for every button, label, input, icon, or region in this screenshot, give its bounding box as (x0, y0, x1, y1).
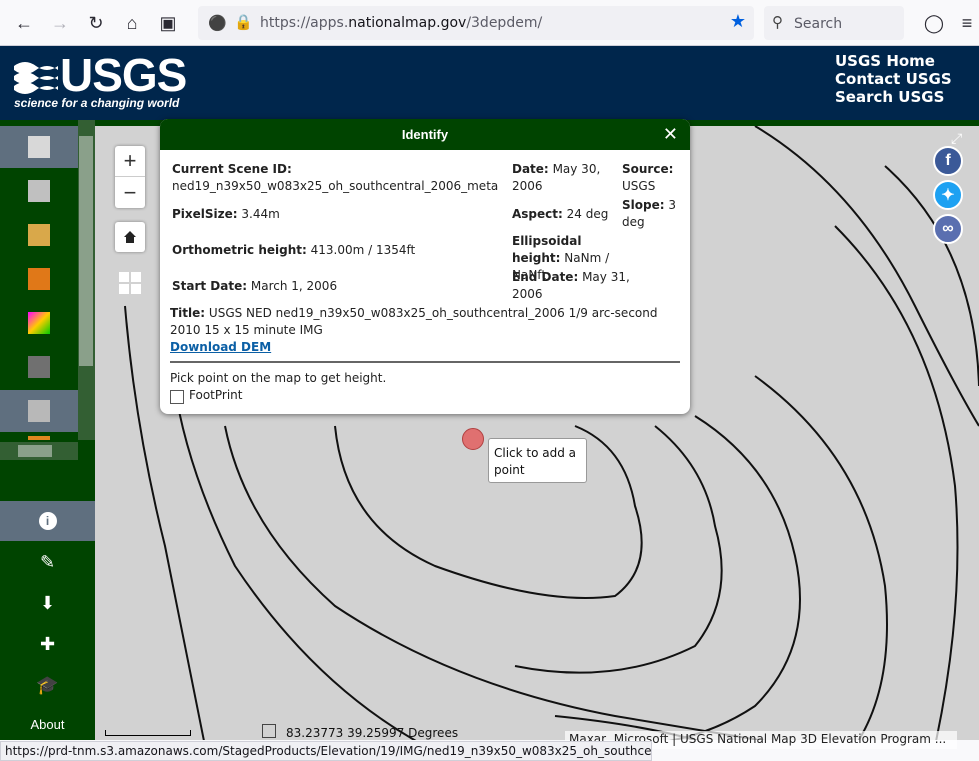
coordinate-readout: 83.23773 39.25997 Degrees (286, 726, 459, 740)
bookmark-star-icon[interactable]: ★ (730, 11, 746, 32)
graduation-cap-icon: 🎓 (36, 674, 59, 695)
add-point-tooltip: Click to add a point (488, 438, 587, 483)
home-icon[interactable]: ⌂ (120, 11, 144, 35)
shield-icon: ⚫ (208, 15, 227, 32)
download-button[interactable]: ⬇ (0, 583, 95, 623)
address-bar[interactable]: ⚫ 🔒 https://apps.nationalmap.gov/3depdem… (198, 6, 754, 40)
twitter-icon[interactable]: ✦ (933, 180, 963, 210)
usgs-waves-icon (14, 62, 58, 94)
layer-thumb-contour[interactable] (0, 390, 78, 432)
menu-icon[interactable]: ≡ (955, 11, 979, 35)
usgs-wordmark: USGS (60, 49, 187, 101)
footprint-label: FootPrint (189, 388, 243, 402)
layer-thumb-hillshade-gray[interactable] (0, 170, 78, 212)
orthometric-height-field: Orthometric height: 413.00m / 1354ft (172, 243, 416, 257)
contact-usgs-link[interactable]: Contact USGS (835, 70, 952, 88)
identify-header: Identify ✕ (160, 119, 690, 150)
ruler-icon: ✎ (39, 551, 56, 572)
usgs-home-link[interactable]: USGS Home (835, 52, 952, 70)
grid-icon (119, 272, 141, 294)
add-data-button[interactable]: ✚ (0, 624, 95, 664)
horizontal-scrollbar[interactable] (0, 442, 78, 460)
download-dem-link[interactable]: Download DEM (170, 340, 271, 354)
left-panel: i ✎ ⬇ ✚ 🎓 About (0, 120, 95, 740)
scale-bar (105, 730, 191, 736)
zoom-control: + − (115, 146, 145, 208)
title-field: Title: USGS NED ned19_n39x50_w083x25_oh_… (170, 306, 658, 337)
expand-icon[interactable]: ⤢ (951, 130, 962, 147)
start-date-field: Start Date: March 1, 2006 (172, 279, 338, 293)
identify-title: Identify (401, 127, 449, 142)
search-box[interactable]: ⚲ Search (764, 6, 904, 40)
add-layer-icon: ✚ (39, 633, 56, 654)
screenshot-icon[interactable]: ▣ (156, 11, 180, 35)
browser-status-bar: https://prd-tnm.s3.amazonaws.com/StagedP… (0, 741, 652, 761)
education-button[interactable]: 🎓 (0, 665, 95, 705)
identify-popup: Identify ✕ Current Scene ID: ned19_n39x50… (160, 119, 690, 414)
link-icon[interactable]: ∞ (933, 214, 963, 244)
strip-scrollbar[interactable] (78, 120, 95, 440)
about-link[interactable]: About (0, 717, 95, 732)
pick-point-instruction: Pick point on the map to get height. (170, 371, 387, 385)
usgs-tagline: science for a changing world (14, 96, 180, 110)
download-icon: ⬇ (39, 592, 56, 613)
header-links: USGS Home Contact USGS Search USGS (835, 52, 952, 106)
url-text: https://apps.nationalmap.gov/3depdem/ (260, 15, 543, 31)
zoom-out-button[interactable]: − (115, 177, 145, 208)
layer-thumb-slope[interactable] (0, 302, 78, 344)
pocket-icon[interactable]: ◯ (922, 11, 946, 35)
coordinate-icon[interactable] (262, 724, 276, 738)
zoom-in-button[interactable]: + (115, 146, 145, 177)
back-arrow-icon[interactable]: ← (12, 11, 36, 35)
divider (170, 361, 680, 363)
info-icon: i (38, 512, 57, 530)
layer-thumb-tinted[interactable] (0, 214, 78, 256)
date-field: Date: May 30, 2006 (512, 162, 601, 193)
pixelsize-field: PixelSize: 3.44m (172, 207, 280, 221)
layer-thumb-dark[interactable] (0, 346, 78, 388)
end-date-field: End Date: May 31, 2006 (512, 270, 630, 301)
footprint-checkbox[interactable] (170, 390, 184, 404)
measure-button[interactable]: ✎ (0, 542, 95, 582)
close-button[interactable]: ✕ (663, 119, 678, 150)
usgs-header: USGS science for a changing world USGS H… (0, 46, 979, 120)
browser-toolbar: ← → ↻ ⌂ ▣ ⚫ 🔒 https://apps.nationalmap.g… (0, 0, 979, 46)
usgs-logo[interactable]: USGS science for a changing world (14, 49, 187, 114)
home-icon (124, 231, 136, 243)
home-extent-button[interactable] (115, 222, 145, 252)
basemap-gallery-button[interactable] (117, 270, 143, 296)
layer-thumb-hillshade[interactable] (0, 126, 78, 168)
forward-arrow-icon[interactable]: → (48, 11, 72, 35)
reload-icon[interactable]: ↻ (84, 11, 108, 35)
slope-field: Slope: 3 deg (622, 198, 676, 229)
aspect-field: Aspect: 24 deg (512, 207, 609, 221)
layer-thumb-color-ramp[interactable] (0, 258, 78, 300)
scene-id-field: Current Scene ID: ned19_n39x50_w083x25_oh… (172, 162, 499, 193)
search-icon: ⚲ (772, 14, 783, 31)
layer-thumb-partial[interactable] (0, 434, 78, 440)
elevation-layer-strip (0, 126, 78, 440)
lock-icon: 🔒 (234, 14, 253, 31)
search-placeholder: Search (794, 16, 843, 32)
source-field: Source: USGS (622, 162, 674, 193)
identify-button[interactable]: i (0, 501, 95, 541)
facebook-icon[interactable]: f (933, 146, 963, 176)
point-marker[interactable] (462, 428, 484, 450)
search-usgs-link[interactable]: Search USGS (835, 88, 952, 106)
